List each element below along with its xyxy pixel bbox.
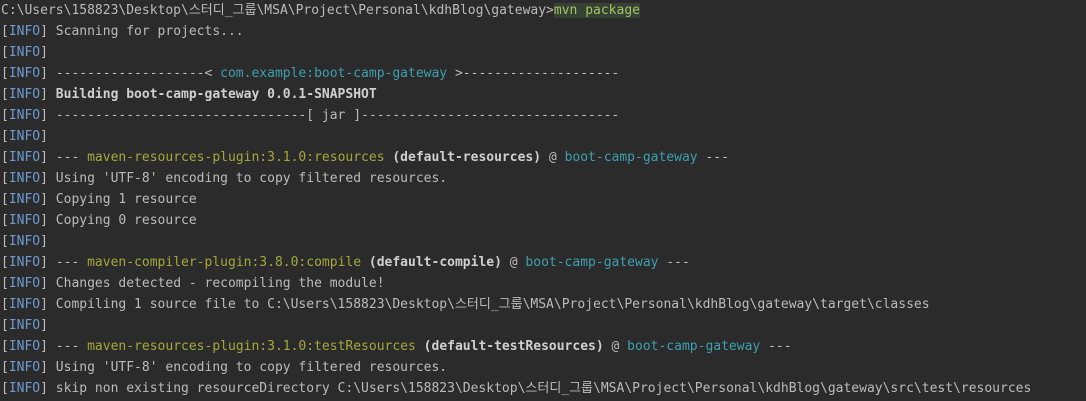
- log-text: Copying 1 resource: [47, 192, 197, 207]
- log-text: Using 'UTF-8' encoding to copy filtered …: [47, 171, 448, 186]
- log-prefix: ---: [47, 339, 88, 354]
- plugin-goal: maven-compiler-plugin:3.8.0:compile: [87, 255, 362, 270]
- info-tag: [INFO]: [1, 381, 48, 396]
- info-tag: [INFO]: [1, 45, 48, 60]
- log-line: [INFO] --- maven-resources-plugin:3.1.0:…: [0, 336, 1086, 357]
- log-suffix: ---: [658, 255, 690, 270]
- prompt-line: C:\Users\158823\Desktop\스터디_그룹\MSA\Proje…: [0, 0, 1086, 21]
- log-suffix: ---: [760, 339, 792, 354]
- info-tag: [INFO]: [1, 339, 48, 354]
- log-suffix: ---: [697, 150, 729, 165]
- log-line: [INFO]: [0, 126, 1086, 147]
- log-text: skip non existing resourceDirectory C:\U…: [47, 381, 1032, 396]
- artifact-id: boot-camp-gateway: [627, 339, 761, 354]
- log-line: [INFO] --- maven-resources-plugin:3.1.0:…: [0, 147, 1086, 168]
- info-tag: [INFO]: [1, 24, 48, 39]
- log-line: [INFO] -------------------< com.example:…: [0, 63, 1086, 84]
- log-line: [INFO] --- maven-compiler-plugin:3.8.0:c…: [0, 252, 1086, 273]
- at-sign: @: [541, 150, 565, 165]
- log-text: --------------------------------[ jar ]-…: [47, 108, 620, 123]
- info-tag: [INFO]: [1, 129, 48, 144]
- info-tag: [INFO]: [1, 234, 48, 249]
- info-tag: [INFO]: [1, 108, 48, 123]
- build-title: Building boot-camp-gateway 0.0.1-SNAPSHO…: [47, 87, 377, 102]
- info-tag: [INFO]: [1, 171, 48, 186]
- log-line: [INFO]: [0, 42, 1086, 63]
- log-text: Using 'UTF-8' encoding to copy filtered …: [47, 360, 448, 375]
- info-tag: [INFO]: [1, 297, 48, 312]
- log-line: [INFO] Copying 1 resource: [0, 189, 1086, 210]
- log-line: [INFO]: [0, 231, 1086, 252]
- at-sign: @: [501, 255, 526, 270]
- log-line: [INFO] Using 'UTF-8' encoding to copy fi…: [0, 168, 1086, 189]
- execution-id: (default-compile): [361, 255, 502, 270]
- execution-id: (default-resources): [384, 150, 542, 165]
- at-sign: @: [603, 339, 628, 354]
- log-output: [INFO] Scanning for projects... [INFO] [IN…: [0, 21, 1086, 399]
- info-tag: [INFO]: [1, 87, 48, 102]
- artifact-id: boot-camp-gateway: [525, 255, 659, 270]
- log-text: Compiling 1 source file to C:\Users\1588…: [47, 297, 930, 312]
- info-tag: [INFO]: [1, 192, 48, 207]
- artifact-id: boot-camp-gateway: [564, 150, 698, 165]
- log-prefix: ---: [47, 150, 88, 165]
- info-tag: [INFO]: [1, 255, 48, 270]
- log-text: Scanning for projects...: [47, 24, 244, 39]
- typed-command[interactable]: mvn package: [553, 3, 640, 18]
- log-line: [INFO] Using 'UTF-8' encoding to copy fi…: [0, 357, 1086, 378]
- log-line: [INFO]: [0, 315, 1086, 336]
- info-tag: [INFO]: [1, 276, 48, 291]
- log-line: [INFO] Compiling 1 source file to C:\Use…: [0, 294, 1086, 315]
- log-text: Copying 0 resource: [47, 213, 197, 228]
- terminal-output[interactable]: C:\Users\158823\Desktop\스터디_그룹\MSA\Proje…: [0, 0, 1086, 401]
- plugin-goal: maven-resources-plugin:3.1.0:testResourc…: [87, 339, 416, 354]
- info-tag: [INFO]: [1, 150, 48, 165]
- info-tag: [INFO]: [1, 318, 48, 333]
- prompt-path: C:\Users\158823\Desktop\스터디_그룹\MSA\Proje…: [1, 3, 554, 18]
- log-line: [INFO] Scanning for projects...: [0, 21, 1086, 42]
- log-line: [INFO] Building boot-camp-gateway 0.0.1-…: [0, 84, 1086, 105]
- log-prefix: -------------------<: [47, 66, 221, 81]
- execution-id: (default-testResources): [415, 339, 604, 354]
- artifact-id: com.example:boot-camp-gateway: [220, 66, 448, 81]
- plugin-goal: maven-resources-plugin:3.1.0:resources: [87, 150, 385, 165]
- info-tag: [INFO]: [1, 213, 48, 228]
- log-line: [INFO] skip non existing resourceDirecto…: [0, 378, 1086, 399]
- log-line: [INFO] Copying 0 resource: [0, 210, 1086, 231]
- log-text: Changes detected - recompiling the modul…: [47, 276, 385, 291]
- info-tag: [INFO]: [1, 66, 48, 81]
- log-prefix: ---: [47, 255, 88, 270]
- log-suffix: >--------------------: [447, 66, 620, 81]
- log-line: [INFO] --------------------------------[…: [0, 105, 1086, 126]
- info-tag: [INFO]: [1, 360, 48, 375]
- log-line: [INFO] Changes detected - recompiling th…: [0, 273, 1086, 294]
